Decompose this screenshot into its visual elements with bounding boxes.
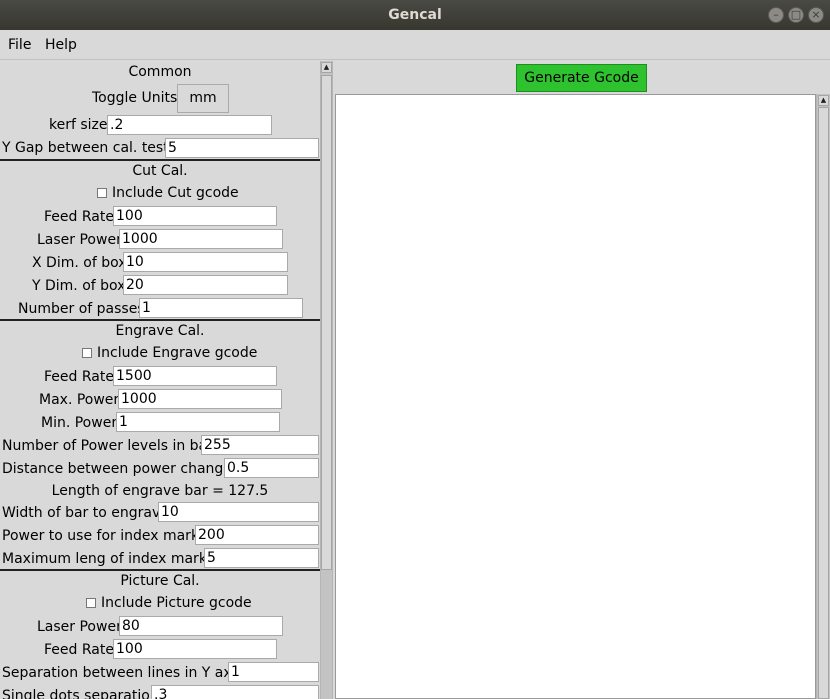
cut-xdim-input[interactable]: 10: [123, 252, 288, 272]
engrave-include-label: Include Engrave gcode: [97, 345, 258, 361]
settings-panel: Common Toggle Units mm kerf size .2 Y Ga…: [0, 61, 320, 699]
engrave-heading: Engrave Cal.: [115, 323, 205, 339]
ygap-label: Y Gap between cal. tests: [2, 140, 177, 156]
cut-feed-input[interactable]: 100: [113, 206, 277, 226]
picture-power-input[interactable]: 80: [119, 616, 283, 636]
engrave-index-power-label: Power to use for index marks: [2, 528, 207, 544]
settings-scrollbar-thumb[interactable]: [321, 75, 332, 570]
engrave-max-length-input[interactable]: 5: [204, 548, 319, 568]
engrave-width-input[interactable]: 10: [158, 502, 319, 522]
window-title: Gencal: [388, 7, 442, 23]
cut-feed-label: Feed Rate: [44, 209, 114, 225]
engrave-max-length-label: Maximum leng of index marks: [2, 551, 215, 567]
cut-heading: Cut Cal.: [132, 163, 188, 179]
engrave-index-power-input[interactable]: 200: [195, 525, 319, 545]
engrave-levels-label: Number of Power levels in bar: [2, 438, 213, 454]
engrave-distance-input[interactable]: 0.5: [224, 458, 319, 478]
kerf-input[interactable]: .2: [107, 115, 272, 135]
kerf-label: kerf size: [49, 117, 108, 133]
picture-separation-input[interactable]: 1: [228, 662, 319, 682]
engrave-width-label: Width of bar to engrave: [2, 505, 169, 521]
cut-passes-input[interactable]: 1: [139, 298, 303, 318]
engrave-levels-input[interactable]: 255: [201, 435, 319, 455]
engrave-include-checkbox[interactable]: [82, 348, 92, 358]
engrave-length-text: Length of engrave bar = 127.5: [51, 483, 269, 499]
cut-include-label: Include Cut gcode: [112, 185, 239, 201]
scroll-up-arrow[interactable]: ▲: [321, 62, 332, 73]
minimize-button[interactable]: –: [768, 7, 784, 23]
generate-gcode-button[interactable]: Generate Gcode: [516, 64, 647, 92]
picture-dots-input[interactable]: .3: [151, 685, 319, 699]
engrave-feed-label: Feed Rate: [44, 369, 114, 385]
picture-separation-label: Separation between lines in Y axis: [2, 665, 243, 681]
maximize-icon: □: [790, 8, 802, 21]
engrave-minpower-label: Min. Power: [41, 415, 118, 431]
menu-help[interactable]: Help: [45, 30, 77, 60]
section-divider: [0, 319, 320, 321]
picture-include-checkbox[interactable]: [86, 598, 96, 608]
menu-file[interactable]: File: [8, 30, 31, 60]
common-heading: Common: [128, 64, 192, 80]
engrave-maxpower-label: Max. Power: [39, 392, 120, 408]
minimize-icon: –: [773, 8, 779, 21]
picture-feed-label: Feed Rate: [44, 642, 114, 658]
cut-include-checkbox[interactable]: [97, 188, 107, 198]
cut-xdim-label: X Dim. of box: [32, 255, 127, 271]
gcode-output-textarea[interactable]: [335, 94, 816, 699]
engrave-feed-input[interactable]: 1500: [113, 366, 277, 386]
cut-power-input[interactable]: 1000: [119, 229, 283, 249]
engrave-distance-label: Distance between power changes: [2, 461, 240, 477]
section-divider: [0, 569, 320, 571]
section-divider: [0, 159, 320, 161]
toggle-units-label: Toggle Units: [92, 90, 178, 106]
picture-power-label: Laser Power: [37, 619, 122, 635]
output-scrollbar-thumb[interactable]: [818, 107, 829, 699]
maximize-button[interactable]: □: [788, 7, 804, 23]
ygap-input[interactable]: 5: [165, 138, 319, 158]
engrave-maxpower-input[interactable]: 1000: [118, 389, 282, 409]
picture-feed-input[interactable]: 100: [113, 639, 277, 659]
cut-ydim-input[interactable]: 20: [123, 275, 288, 295]
menu-bar: [0, 30, 830, 60]
toggle-units-button[interactable]: mm: [177, 84, 229, 113]
close-icon: ×: [811, 8, 821, 21]
picture-dots-label: Single dots separation: [2, 688, 159, 699]
cut-passes-label: Number of passes: [18, 301, 145, 317]
close-button[interactable]: ×: [808, 7, 824, 23]
output-scroll-up-arrow[interactable]: ▲: [818, 95, 829, 106]
engrave-minpower-input[interactable]: 1: [116, 412, 280, 432]
cut-power-label: Laser Power: [37, 232, 122, 248]
cut-ydim-label: Y Dim. of box: [32, 278, 126, 294]
picture-include-label: Include Picture gcode: [101, 595, 252, 611]
picture-heading: Picture Cal.: [120, 573, 200, 589]
